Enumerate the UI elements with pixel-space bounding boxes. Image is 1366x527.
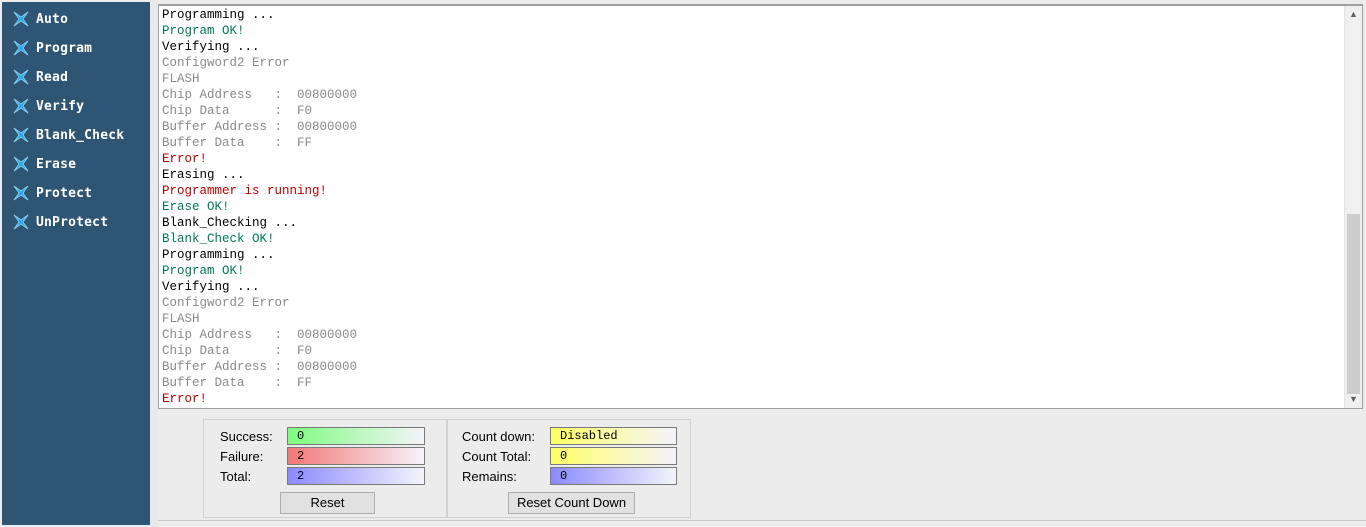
log-line: FLASH — [162, 72, 200, 86]
log-line: Error! — [162, 152, 208, 166]
log-line: FLASH — [162, 312, 200, 326]
sidebar-item-verify[interactable]: Verify — [2, 93, 150, 119]
x-cross-icon — [12, 39, 30, 57]
reset-button[interactable]: Reset — [280, 492, 375, 514]
count-down-label: Count down: — [462, 429, 535, 444]
sidebar-item-label: Program — [36, 40, 93, 56]
scroll-up-icon[interactable]: ▲ — [1345, 6, 1362, 23]
log-line: Programming ... — [162, 248, 275, 262]
log-line: Blank_Checking ... — [162, 216, 298, 230]
failure-label: Failure: — [220, 449, 264, 464]
log-line: Error! — [162, 392, 208, 406]
x-cross-icon — [12, 155, 30, 173]
log-lines: Programming ... Program OK! Verifying ... C… — [162, 7, 1342, 407]
remains-label: Remains: — [462, 469, 517, 484]
log-line: Verifying ... — [162, 40, 260, 54]
log-line: Erasing ... — [162, 168, 245, 182]
log-line: Verifying ... — [162, 280, 260, 294]
sidebar-item-read[interactable]: Read — [2, 64, 150, 90]
log-line: Program OK! — [162, 24, 245, 38]
log-output[interactable]: Programming ... Program OK! Verifying ... C… — [158, 4, 1363, 409]
log-line: Configword2 Error — [162, 296, 290, 310]
x-cross-icon — [12, 97, 30, 115]
count-total-value: 0 — [550, 447, 677, 465]
remains-value: 0 — [550, 467, 677, 485]
success-label: Success: — [220, 429, 273, 444]
x-cross-icon — [12, 126, 30, 144]
log-line: Chip Data : F0 — [162, 344, 313, 358]
sidebar-item-label: Protect — [36, 185, 93, 201]
sidebar-item-protect[interactable]: Protect — [2, 180, 150, 206]
log-line: Programmer is running! — [162, 184, 328, 198]
reset-count-down-button[interactable]: Reset Count Down — [508, 492, 635, 514]
sidebar-item-label: Blank_Check — [36, 127, 125, 143]
scroll-down-icon[interactable]: ▼ — [1345, 391, 1362, 408]
x-cross-icon — [12, 68, 30, 86]
sidebar-item-blank-check[interactable]: Blank_Check — [2, 122, 150, 148]
scroll-thumb[interactable] — [1347, 214, 1360, 394]
log-line: Chip Address : 00800000 — [162, 88, 358, 102]
sidebar-item-label: Erase — [36, 156, 77, 172]
statistics-group: Success: 0 Failure: 2 Total: 2 Reset — [203, 419, 447, 518]
log-line: Buffer Address : 00800000 — [162, 360, 358, 374]
sidebar-item-label: Verify — [36, 98, 85, 114]
log-line: Blank_Check OK! — [162, 232, 275, 246]
sidebar: Auto Program Read Verify Blank_Check Erase Pro… — [2, 2, 151, 525]
log-line: Chip Data : F0 — [162, 104, 313, 118]
sidebar-item-unprotect[interactable]: UnProtect — [2, 209, 150, 235]
total-value: 2 — [287, 467, 425, 485]
failure-value: 2 — [287, 447, 425, 465]
log-scrollbar[interactable]: ▲ ▼ — [1344, 6, 1362, 408]
total-label: Total: — [220, 469, 252, 484]
log-line: Configword2 Error — [162, 56, 290, 70]
sidebar-item-label: Auto — [36, 11, 69, 27]
sidebar-item-label: Read — [36, 69, 69, 85]
x-cross-icon — [12, 184, 30, 202]
log-line: Programming ... — [162, 8, 275, 22]
log-line: Chip Address : 00800000 — [162, 328, 358, 342]
count-total-label: Count Total: — [462, 449, 532, 464]
sidebar-item-program[interactable]: Program — [2, 35, 150, 61]
sidebar-item-auto[interactable]: Auto — [2, 6, 150, 32]
success-value: 0 — [287, 427, 425, 445]
count-down-value: Disabled — [550, 427, 677, 445]
log-line: Buffer Address : 00800000 — [162, 120, 358, 134]
log-line: Program OK! — [162, 264, 245, 278]
status-divider — [158, 520, 1366, 521]
sidebar-item-erase[interactable]: Erase — [2, 151, 150, 177]
log-line: Buffer Data : FF — [162, 376, 313, 390]
log-line: Erase OK! — [162, 200, 230, 214]
sidebar-splitter — [150, 0, 158, 527]
sidebar-item-label: UnProtect — [36, 214, 109, 230]
x-cross-icon — [12, 10, 30, 28]
log-line: Buffer Data : FF — [162, 136, 313, 150]
x-cross-icon — [12, 213, 30, 231]
countdown-group: Count down: Disabled Count Total: 0 Rema… — [447, 419, 691, 518]
